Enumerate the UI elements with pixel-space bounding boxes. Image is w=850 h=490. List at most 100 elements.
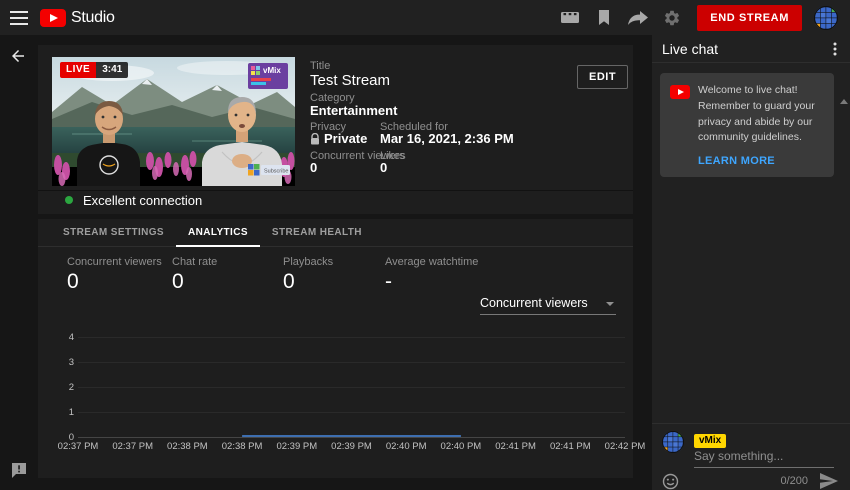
metric-value: 0 — [67, 270, 162, 294]
chart-y-tick-label: 1 — [50, 407, 74, 418]
analytics-card: STREAM SETTINGS ANALYTICS STREAM HEALTH … — [38, 219, 633, 478]
welcome-body: Welcome to live chat! Remember to guard … — [698, 83, 824, 167]
brand-text: Studio — [71, 9, 115, 27]
metric-selector-value: Concurrent viewers — [480, 293, 616, 313]
metric-average-watchtime: Average watchtime - — [385, 256, 478, 294]
kebab-icon — [833, 42, 837, 56]
connection-status-dot — [65, 196, 73, 204]
chart-x-tick-label: 02:38 PM — [157, 441, 217, 452]
live-chat-panel: Live chat Welcome to live chat! Remember… — [652, 35, 850, 490]
chart-y-tick-label: 3 — [50, 357, 74, 368]
chat-scroll-up-arrow[interactable] — [840, 99, 848, 104]
metric-concurrent-viewers: Concurrent viewers 0 — [67, 256, 162, 294]
metric-playbacks: Playbacks 0 — [283, 256, 333, 294]
feedback-icon — [11, 463, 27, 478]
hamburger-icon — [10, 11, 28, 25]
privacy-text: Private — [324, 131, 367, 146]
live-badge: LIVE 3:41 — [60, 62, 128, 78]
chat-menu-button[interactable] — [826, 38, 844, 60]
chart-x-tick-label: 02:37 PM — [103, 441, 163, 452]
svg-text:vMix: vMix — [263, 66, 281, 75]
chart-x-tick-label: 02:39 PM — [322, 441, 382, 452]
live-chat-header: Live chat — [652, 35, 850, 63]
metric-label: Average watchtime — [385, 256, 478, 268]
back-button[interactable] — [9, 47, 27, 70]
film-icon — [560, 10, 580, 25]
bookmark-button[interactable] — [587, 0, 621, 35]
chart-y-tick-label: 2 — [50, 382, 74, 393]
category-value: Entertainment — [310, 103, 397, 118]
metric-value: - — [385, 270, 478, 294]
top-bar: Studio END STREAM — [0, 0, 850, 35]
stream-clips-button[interactable] — [553, 0, 587, 35]
composer-avatar — [662, 431, 684, 453]
elapsed-timer: 3:41 — [96, 62, 128, 78]
hamburger-menu-button[interactable] — [0, 0, 38, 35]
char-counter: 0/200 — [780, 475, 808, 487]
avatar-grid-icon — [662, 431, 684, 453]
youtube-play-icon — [40, 9, 66, 27]
youtube-studio-logo[interactable]: Studio — [40, 9, 115, 27]
chart-x-tick-label: 02:38 PM — [212, 441, 272, 452]
send-button[interactable] — [820, 472, 840, 490]
username-badge: vMix — [694, 434, 726, 448]
left-rail — [0, 35, 38, 490]
tab-bar: STREAM SETTINGS ANALYTICS STREAM HEALTH — [38, 219, 633, 247]
metric-selector-dropdown[interactable]: Concurrent viewers — [480, 293, 616, 315]
chart-x-tick-label: 02:41 PM — [486, 441, 546, 452]
chart-x-tick-label: 02:41 PM — [540, 441, 600, 452]
learn-more-link[interactable]: LEARN MORE — [698, 155, 824, 167]
metric-chat-rate: Chat rate 0 — [172, 256, 217, 294]
title-label: Title — [310, 60, 330, 72]
smiley-icon — [662, 473, 679, 490]
metric-value: 0 — [283, 270, 333, 294]
composer-toolbar: 0/200 — [652, 469, 850, 490]
viewers-chart-plot — [78, 337, 625, 438]
edit-button[interactable]: EDIT — [577, 65, 628, 89]
chart-x-tick-label: 02:37 PM — [48, 441, 108, 452]
gear-icon — [663, 9, 681, 27]
metric-label: Chat rate — [172, 256, 217, 268]
chart-x-tick-label: 02:40 PM — [376, 441, 436, 452]
tab-stream-settings[interactable]: STREAM SETTINGS — [51, 219, 176, 246]
arrow-left-icon — [9, 47, 27, 65]
chart-x-tick-label: 02:39 PM — [267, 441, 327, 452]
account-avatar[interactable] — [814, 6, 838, 30]
chart-x-tick-label: 02:42 PM — [595, 441, 655, 452]
share-button[interactable] — [621, 0, 655, 35]
share-icon — [628, 11, 648, 25]
stream-preview-player[interactable]: vMix Subscribe LIVE 3:41 — [52, 57, 295, 186]
viewers-value: 0 — [310, 160, 317, 175]
feedback-button[interactable] — [11, 463, 27, 483]
chart-y-axis: 01234 — [50, 337, 74, 438]
send-icon — [820, 473, 838, 489]
chart-x-tick-label: 02:40 PM — [431, 441, 491, 452]
composer-divider — [652, 423, 850, 424]
metric-label: Playbacks — [283, 256, 333, 268]
bookmark-icon — [598, 10, 610, 25]
likes-value: 0 — [380, 160, 387, 175]
svg-text:Subscribe: Subscribe — [264, 169, 288, 175]
connection-status-text: Excellent connection — [83, 193, 202, 208]
stream-info-card: vMix Subscribe LIVE 3:41 Title Test Stre… — [38, 45, 633, 214]
settings-button[interactable] — [655, 0, 689, 35]
chart-x-axis: 02:37 PM02:37 PM02:38 PM02:38 PM02:39 PM… — [78, 441, 625, 453]
lock-icon — [310, 133, 320, 145]
scheduled-value: Mar 16, 2021, 2:36 PM — [380, 131, 514, 146]
chart-y-tick-label: 4 — [50, 332, 74, 343]
tab-analytics[interactable]: ANALYTICS — [176, 219, 260, 246]
card-divider — [38, 190, 633, 191]
live-label: LIVE — [60, 62, 96, 78]
chart-series-layer — [78, 337, 625, 438]
end-stream-button[interactable]: END STREAM — [697, 5, 802, 31]
chat-message-input[interactable] — [694, 447, 834, 468]
stream-title: Test Stream — [310, 72, 390, 89]
emoji-button[interactable] — [662, 471, 682, 490]
chevron-down-icon — [606, 302, 614, 306]
avatar-grid-icon — [814, 6, 838, 30]
chat-welcome-card: Welcome to live chat! Remember to guard … — [660, 73, 834, 177]
tab-stream-health[interactable]: STREAM HEALTH — [260, 219, 374, 246]
welcome-message: Welcome to live chat! Remember to guard … — [698, 83, 824, 146]
metric-value: 0 — [172, 270, 217, 294]
live-chat-title: Live chat — [662, 41, 826, 57]
